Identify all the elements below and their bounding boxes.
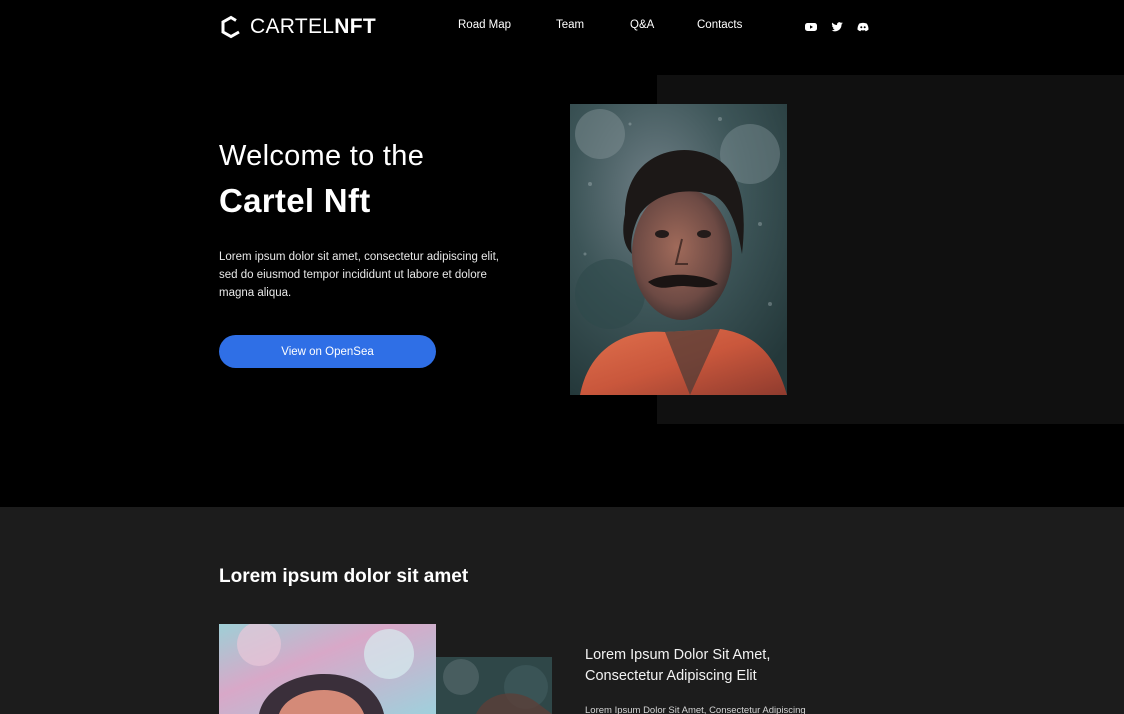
logo[interactable]: CARTELNFT xyxy=(219,14,376,40)
logo-text-light: CARTEL xyxy=(250,15,335,38)
feature-text: Lorem Ipsum Dolor Sit Amet, Consectetur … xyxy=(585,705,806,714)
hero-description: Lorem ipsum dolor sit amet, consectetur … xyxy=(219,251,499,299)
nft-artwork-image xyxy=(219,624,436,714)
feature-title: Lorem Ipsum Dolor Sit Amet, Consectetur … xyxy=(585,647,771,684)
social-links xyxy=(804,20,870,34)
hero-title: Welcome to the xyxy=(219,140,425,172)
nft-artwork-thumbnail xyxy=(436,657,552,714)
section-title: Lorem ipsum dolor sit amet xyxy=(219,566,469,587)
nav-link-contacts[interactable]: Contacts xyxy=(697,19,742,31)
logo-text-bold: NFT xyxy=(334,15,377,38)
hero-nft-portrait xyxy=(570,104,787,395)
logo-text: CARTELNFT xyxy=(250,14,376,40)
hero-title-strong: Cartel Nft xyxy=(219,182,371,219)
hexagon-logo-icon xyxy=(221,15,240,39)
view-on-opensea-button[interactable]: View on OpenSea xyxy=(219,335,436,368)
twitter-icon[interactable] xyxy=(830,20,844,34)
nav-link-qa[interactable]: Q&A xyxy=(630,19,654,31)
about-section xyxy=(0,507,1124,714)
nav-link-road-map[interactable]: Road Map xyxy=(458,19,511,31)
site-header: CARTELNFT Road Map Team Q&A Contacts xyxy=(0,0,1124,56)
youtube-icon[interactable] xyxy=(804,20,818,34)
nav-link-team[interactable]: Team xyxy=(556,19,584,31)
discord-icon[interactable] xyxy=(856,20,870,34)
